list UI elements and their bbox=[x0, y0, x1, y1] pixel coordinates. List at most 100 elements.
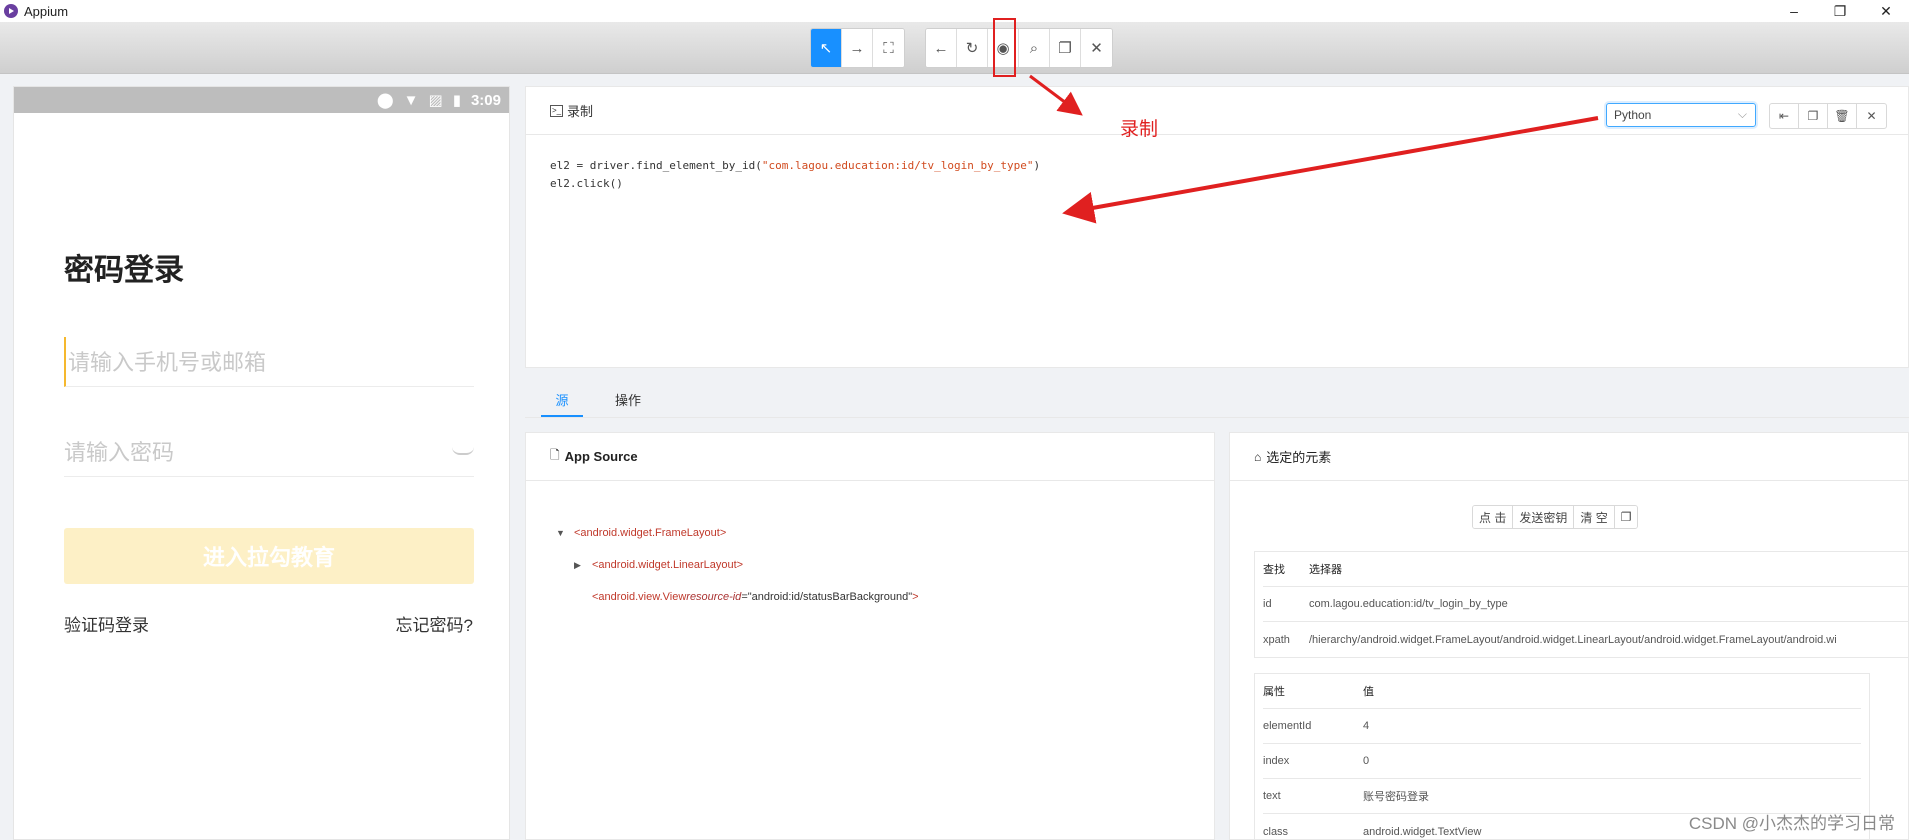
window-title: Appium bbox=[24, 3, 69, 19]
restore-button[interactable]: ❐ bbox=[1817, 0, 1863, 22]
quit-session-button[interactable]: ✕ bbox=[1081, 29, 1112, 67]
code-line-2: el2.click() bbox=[550, 177, 623, 190]
attribute-value: 4 bbox=[1363, 720, 1370, 732]
code-string: "com.lagou.education:id/tv_login_by_type… bbox=[761, 159, 1034, 172]
wifi-icon: ▼ bbox=[403, 91, 419, 109]
show-boilerplate-button[interactable]: ⇤ bbox=[1770, 104, 1799, 128]
clear-button[interactable]: 清 空 bbox=[1574, 506, 1615, 528]
caret-down-icon[interactable]: ▼ bbox=[556, 528, 574, 538]
close-window-button[interactable]: ✕ bbox=[1863, 0, 1909, 22]
selector-value: com.lagou.education:id/tv_login_by_type bbox=[1309, 598, 1508, 610]
device-status-bar: ⬤ ▼ ▨ ▮ 3:09 bbox=[14, 87, 509, 113]
refresh-button[interactable]: ↻ bbox=[957, 29, 988, 67]
close-recorder-button[interactable]: ✕ bbox=[1857, 104, 1886, 128]
table-header: 属性 值 bbox=[1263, 674, 1861, 709]
column-header: 值 bbox=[1363, 686, 1374, 698]
file-icon: 🗋 bbox=[550, 448, 560, 462]
select-elements-button[interactable]: ↖ bbox=[811, 29, 842, 67]
node-tag: <android.widget.FrameLayout> bbox=[574, 527, 727, 539]
node-tag: <android.widget.LinearLayout> bbox=[592, 559, 744, 571]
tab-source[interactable]: 源 bbox=[541, 384, 583, 417]
table-row: index 0 bbox=[1263, 744, 1861, 779]
clear-actions-button[interactable]: 🗑 bbox=[1828, 104, 1857, 128]
password-input[interactable]: 请输入密码 bbox=[64, 427, 474, 477]
record-highlight-box bbox=[993, 18, 1016, 77]
chevron-down-icon: ⌵ bbox=[1737, 107, 1747, 121]
tap-button[interactable]: 点 击 bbox=[1473, 506, 1514, 528]
table-row[interactable]: id com.lagou.education:id/tv_login_by_ty… bbox=[1263, 587, 1908, 622]
node-tag-close: > bbox=[912, 591, 919, 603]
battery-icon: ▮ bbox=[452, 92, 461, 109]
send-keys-button[interactable]: 发送密钥 bbox=[1513, 506, 1575, 528]
attribute-value: android.widget.TextView bbox=[1363, 825, 1482, 838]
selected-element-header: ⌂ 选定的元素 bbox=[1230, 433, 1908, 481]
language-select[interactable]: Python ⌵ bbox=[1606, 103, 1756, 127]
source-tree: ▼ <android.widget.FrameLayout> ▶ <androi… bbox=[556, 517, 919, 613]
login-title: 密码登录 bbox=[64, 254, 184, 287]
no-sim-icon: ▨ bbox=[428, 92, 443, 109]
forgot-password-link[interactable]: 忘记密码? bbox=[396, 611, 473, 636]
attribute-name: text bbox=[1263, 790, 1281, 802]
app-source-title: App Source bbox=[564, 449, 638, 464]
selector-strategy: id bbox=[1263, 598, 1272, 610]
sms-login-link[interactable]: 验证码登录 bbox=[64, 611, 149, 636]
recorder-title: 录制 bbox=[567, 104, 594, 119]
selected-element-panel: ⌂ 选定的元素 点 击 发送密钥 清 空 ❐ 查找 选择器 id com.lag… bbox=[1229, 432, 1909, 840]
inspector-toolbar: ↖ → ⛶ ← ↻ ◉ ⌕ ❐ ✕ bbox=[0, 22, 1909, 74]
title-bar: Appium – ❐ ✕ bbox=[0, 0, 1909, 22]
selected-element-title: 选定的元素 bbox=[1266, 450, 1332, 465]
device-screenshot[interactable]: ⬤ ▼ ▨ ▮ 3:09 密码登录 请输入手机号或邮箱 请输入密码 进入拉勾教育… bbox=[13, 86, 510, 840]
copy-xml-button[interactable]: ❐ bbox=[1050, 29, 1081, 67]
table-header: 查找 选择器 bbox=[1263, 552, 1908, 587]
tree-node[interactable]: ▶ <android.widget.LinearLayout> bbox=[556, 549, 919, 581]
phone-email-input[interactable]: 请输入手机号或邮箱 bbox=[64, 337, 474, 387]
column-header: 选择器 bbox=[1309, 564, 1342, 576]
attribute-name: elementId bbox=[1263, 720, 1312, 732]
language-value: Python bbox=[1614, 108, 1652, 122]
column-header: 查找 bbox=[1263, 564, 1285, 576]
caret-right-icon[interactable]: ▶ bbox=[574, 560, 592, 571]
selector-table: 查找 选择器 id com.lagou.education:id/tv_logi… bbox=[1254, 551, 1908, 658]
recorder-panel: >_ 录制 Python ⌵ ⇤ ❐ 🗑 ✕ el2 = driver.find… bbox=[525, 86, 1909, 368]
search-button[interactable]: ⌕ bbox=[1019, 29, 1050, 67]
tag-icon: ⌂ bbox=[1254, 449, 1262, 464]
app-source-header: 🗋 App Source bbox=[526, 433, 1214, 481]
tab-actions[interactable]: 操作 bbox=[615, 384, 641, 417]
minimize-button[interactable]: – bbox=[1771, 0, 1817, 22]
tree-node[interactable]: <android.view.View resource-id = "androi… bbox=[556, 581, 919, 613]
copy-attributes-button[interactable]: ❐ bbox=[1614, 506, 1638, 528]
terminal-icon: >_ bbox=[550, 104, 563, 117]
password-placeholder: 请输入密码 bbox=[64, 440, 175, 465]
status-time: 3:09 bbox=[470, 91, 501, 109]
copy-code-button[interactable]: ❐ bbox=[1799, 104, 1828, 128]
attribute-value: 账号密码登录 bbox=[1363, 791, 1429, 803]
hide-password-icon[interactable] bbox=[452, 447, 474, 455]
node-tag: <android.view.View bbox=[592, 591, 687, 603]
column-header: 属性 bbox=[1263, 686, 1285, 698]
code-line-1: el2 = driver.find_element_by_id("com.lag… bbox=[550, 157, 1040, 175]
interaction-mode-group: ↖ → ⛶ bbox=[810, 28, 905, 68]
node-attr-value: "android:id/statusBarBackground" bbox=[747, 591, 913, 603]
attribute-value: 0 bbox=[1363, 755, 1370, 767]
selector-value: /hierarchy/android.widget.FrameLayout/an… bbox=[1309, 633, 1837, 646]
node-attr-name: resource-id bbox=[686, 591, 742, 603]
tap-coordinates-button[interactable]: ⛶ bbox=[873, 29, 904, 67]
appium-logo-icon bbox=[4, 4, 18, 18]
attribute-name: class bbox=[1263, 825, 1289, 838]
table-row[interactable]: xpath /hierarchy/android.widget.FrameLay… bbox=[1263, 622, 1908, 657]
swipe-button[interactable]: → bbox=[842, 29, 873, 67]
app-source-panel: 🗋 App Source ▼ <android.widget.FrameLayo… bbox=[525, 432, 1215, 840]
code-text: el2 = driver.find_element_by_id( bbox=[550, 159, 762, 172]
tree-node[interactable]: ▼ <android.widget.FrameLayout> bbox=[556, 517, 919, 549]
login-button[interactable]: 进入拉勾教育 bbox=[64, 528, 474, 584]
window-controls: – ❐ ✕ bbox=[1771, 0, 1909, 22]
recorder-actions: ⇤ ❐ 🗑 ✕ bbox=[1769, 103, 1887, 129]
attribute-name: index bbox=[1263, 755, 1290, 767]
element-actions: 点 击 发送密钥 清 空 ❐ bbox=[1472, 505, 1639, 529]
back-button[interactable]: ← bbox=[926, 29, 957, 67]
watermark: CSDN @小杰杰的学习日常 bbox=[1688, 814, 1895, 833]
location-icon: ⬤ bbox=[376, 92, 394, 109]
selector-strategy: xpath bbox=[1263, 633, 1290, 646]
code-text: ) bbox=[1033, 159, 1041, 172]
table-row: elementId 4 bbox=[1263, 709, 1861, 744]
